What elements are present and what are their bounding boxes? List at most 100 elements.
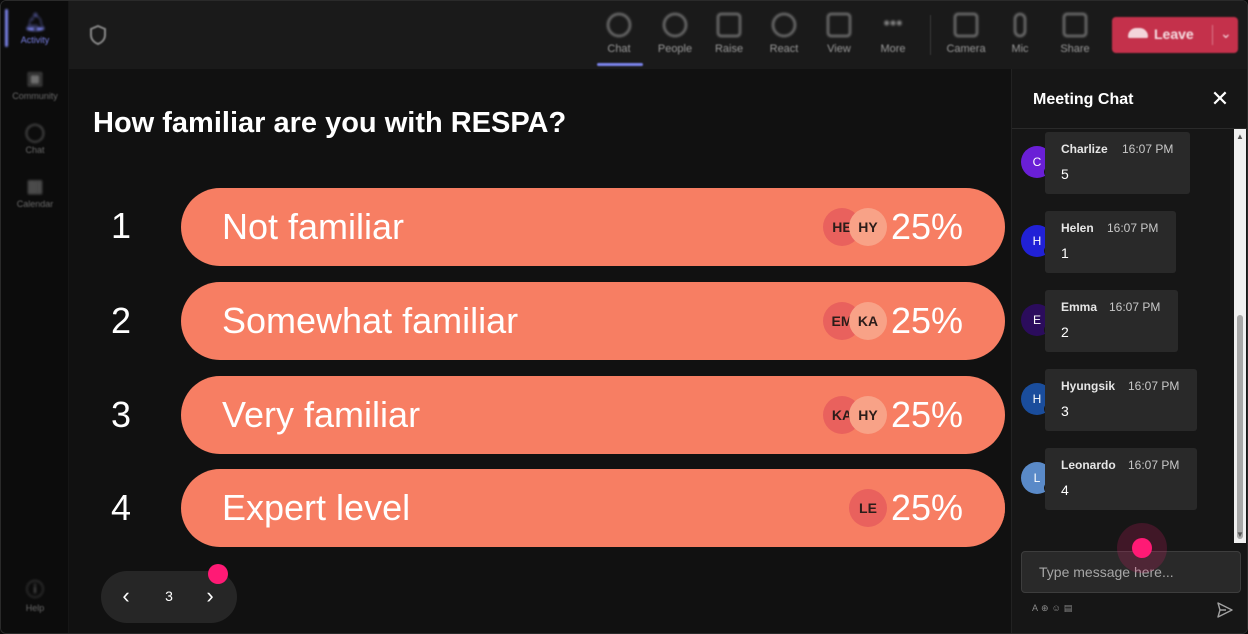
toolbar-view-button[interactable]: View xyxy=(812,9,866,63)
help-icon: ⓘ xyxy=(26,580,44,600)
option-percent: 25% xyxy=(890,300,963,341)
voter-avatar: HY xyxy=(849,208,887,246)
format-tools[interactable]: A⊕☺▤ xyxy=(1032,603,1075,614)
app-rail: 🔔︎ Activity ▣ Community ◯ Chat ▦ Calenda… xyxy=(1,1,69,633)
sender-name: Leonardo xyxy=(1061,458,1116,472)
option-percent: 25% xyxy=(890,487,963,528)
chevron-left-icon[interactable]: ‹ xyxy=(113,583,139,611)
calendar-icon: ▦ xyxy=(26,176,44,196)
share-icon xyxy=(1063,13,1087,37)
chat-message-list[interactable]: C Charlize 16:07 PM 5 H Helen 16:07 PM 1… xyxy=(1012,129,1234,543)
message-bubble: Emma 16:07 PM 2 xyxy=(1045,290,1178,352)
toolbar-people-button[interactable]: People xyxy=(648,9,702,63)
toolbar-label: Mic xyxy=(1011,43,1029,55)
close-icon[interactable]: ✕ xyxy=(1208,87,1232,111)
toolbar-label: React xyxy=(769,43,799,55)
send-icon[interactable] xyxy=(1216,601,1234,619)
toolbar-more-button[interactable]: ••• More xyxy=(866,9,920,63)
smile-icon xyxy=(772,13,796,37)
sender-name: Hyungsik xyxy=(1061,379,1116,393)
shield-icon[interactable] xyxy=(89,25,107,45)
option-label: Not familiar xyxy=(222,206,405,247)
community-icon: ▣ xyxy=(26,68,44,88)
rail-item-calendar[interactable]: ▦ Calendar xyxy=(1,175,69,225)
option-label: Somewhat familiar xyxy=(222,300,519,341)
rail-item-label: Calendar xyxy=(16,199,54,209)
chat-message: L Leonardo 16:07 PM 4 xyxy=(1012,448,1234,512)
message-time: 16:07 PM xyxy=(1109,300,1161,314)
message-time: 16:07 PM xyxy=(1128,379,1180,393)
chat-icon: ◯ xyxy=(24,122,46,142)
toolbar-raise-button[interactable]: Raise xyxy=(702,9,756,63)
rail-item-label: Community xyxy=(12,91,58,101)
emoji-icon[interactable]: ☺ xyxy=(1052,603,1064,613)
poll-option-3[interactable]: Very familiar KA HY 25% xyxy=(181,376,1005,454)
rail-item-community[interactable]: ▣ Community xyxy=(1,67,69,117)
poll-option-1[interactable]: Not familiar HE HY 25% xyxy=(181,188,1005,266)
chevron-right-icon[interactable]: › xyxy=(197,583,223,611)
meeting-toolbar: Chat People Raise React View ••• More Ca… xyxy=(69,1,1247,69)
gif-icon[interactable]: ▤ xyxy=(1064,603,1076,613)
poll-option-2[interactable]: Somewhat familiar EM KA 25% xyxy=(181,282,1005,360)
message-text: 5 xyxy=(1061,166,1069,182)
rail-item-label: Help xyxy=(25,603,45,613)
rail-item-label: Activity xyxy=(20,35,50,45)
chat-title: Meeting Chat xyxy=(1033,91,1134,108)
scrollbar-thumb[interactable] xyxy=(1237,315,1243,539)
pointer-indicator xyxy=(1132,538,1152,558)
toolbar-share-button[interactable]: Share xyxy=(1048,9,1102,63)
message-time: 16:07 PM xyxy=(1122,142,1174,156)
poll-question: How familiar are you with RESPA? xyxy=(93,107,567,139)
option-percent: 25% xyxy=(890,206,963,247)
leave-divider xyxy=(1212,25,1213,45)
message-text: 3 xyxy=(1061,403,1069,419)
message-text: 1 xyxy=(1061,245,1069,261)
option-number: 4 xyxy=(110,487,132,528)
active-tab-indicator xyxy=(597,63,643,66)
voter-avatar: LE xyxy=(849,489,887,527)
message-text: 2 xyxy=(1061,324,1069,340)
format-icon[interactable]: A xyxy=(1032,603,1041,613)
message-bubble: Helen 16:07 PM 1 xyxy=(1045,211,1176,273)
leave-button[interactable]: Leave ⌄ xyxy=(1112,17,1238,53)
chat-message: C Charlize 16:07 PM 5 xyxy=(1012,132,1234,196)
option-label: Very familiar xyxy=(222,394,421,435)
rail-item-help[interactable]: ⓘ Help xyxy=(1,579,69,629)
toolbar-mic-button[interactable]: Mic xyxy=(993,9,1047,63)
poll-option-4[interactable]: Expert level LE 25% xyxy=(181,469,1005,547)
toolbar-camera-button[interactable]: Camera xyxy=(939,9,993,63)
message-time: 16:07 PM xyxy=(1107,221,1159,235)
chat-scrollbar[interactable]: ▲ ▼ xyxy=(1234,129,1246,543)
message-bubble: Hyungsik 16:07 PM 3 xyxy=(1045,369,1197,431)
chat-header: Meeting Chat ✕ xyxy=(1012,69,1247,129)
chevron-down-icon[interactable]: ⌄ xyxy=(1220,25,1232,42)
phone-hangup-icon xyxy=(1128,28,1148,38)
toolbar-chat-button[interactable]: Chat xyxy=(592,9,646,63)
scroll-up-icon[interactable]: ▲ xyxy=(1236,133,1244,141)
meeting-window: 🔔︎ Activity ▣ Community ◯ Chat ▦ Calenda… xyxy=(0,0,1248,634)
hand-icon xyxy=(717,13,741,37)
mic-icon xyxy=(1014,13,1026,37)
option-percent: 25% xyxy=(890,394,963,435)
toolbar-label: Camera xyxy=(946,43,986,55)
option-number: 1 xyxy=(110,205,132,246)
chat-message: H Helen 16:07 PM 1 xyxy=(1012,211,1234,275)
more-icon: ••• xyxy=(883,13,903,33)
chat-message: H Hyungsik 16:07 PM 3 xyxy=(1012,369,1234,433)
poll-stage: How familiar are you with RESPA? 1 Not f… xyxy=(69,69,1011,633)
rail-item-chat[interactable]: ◯ Chat xyxy=(1,121,69,171)
voter-avatar: HY xyxy=(849,396,887,434)
attach-icon[interactable]: ⊕ xyxy=(1041,603,1052,613)
chat-message: E Emma 16:07 PM 2 xyxy=(1012,290,1234,354)
scroll-down-icon[interactable]: ▼ xyxy=(1236,531,1244,539)
camera-off-icon xyxy=(954,13,978,37)
toolbar-divider xyxy=(930,15,931,55)
message-bubble: Leonardo 16:07 PM 4 xyxy=(1045,448,1197,510)
toolbar-label: Share xyxy=(1060,43,1090,55)
sender-name: Helen xyxy=(1061,221,1094,235)
rail-item-activity[interactable]: 🔔︎ Activity xyxy=(1,11,69,61)
toolbar-react-button[interactable]: React xyxy=(757,9,811,63)
option-number: 3 xyxy=(110,394,132,435)
chat-icon xyxy=(607,13,631,37)
people-icon xyxy=(663,13,687,37)
